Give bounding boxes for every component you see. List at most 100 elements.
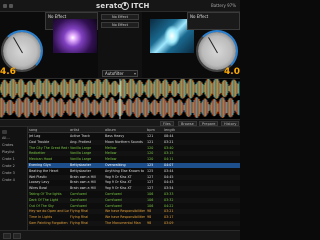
sidebar-item-crate-4[interactable]: Crate 4 <box>2 178 15 182</box>
table-row[interactable]: Hey we do Open and Lost Flying Rhai We hav… <box>28 209 240 215</box>
add-icon[interactable] <box>3 233 11 239</box>
cell-bpm: 121 <box>147 134 154 138</box>
mixer-effect-button-2[interactable]: No Effect <box>101 22 139 28</box>
cell-length: 04:22 <box>164 203 174 208</box>
cell-length: 03:21 <box>164 139 174 144</box>
settings-icon[interactable] <box>9 4 13 8</box>
table-row[interactable]: Wet Plastic Brain own a Hill Yog 9 Or Kiss… <box>28 174 240 180</box>
cell-bpm: 127 <box>147 174 154 179</box>
table-row[interactable]: Evening Glyn Bettysbacter Overwalking 125 04… <box>28 163 240 168</box>
table-row[interactable]: Beating the Heart Bettysbacter Anything El… <box>28 169 240 174</box>
cell-album: Mellow <box>105 145 117 150</box>
sidebar-item-playlist[interactable]: Playlist <box>2 150 14 154</box>
prepare-button[interactable]: Prepare <box>199 121 219 126</box>
cell-artist: Flying Rhai <box>70 215 89 220</box>
cell-song: Out Of The Sky <box>29 203 54 208</box>
cell-length: 03:15 <box>164 151 174 156</box>
cell-artist: Vanilla Large <box>70 145 92 150</box>
cell-song: Hey we do Open and Lost <box>29 209 69 214</box>
cell-artist: Active Track <box>70 134 90 138</box>
mixer-effect-button-1[interactable]: No Effect <box>101 14 139 20</box>
deck-left-pitch: 4.6 <box>0 67 16 77</box>
cell-length: 03:21 <box>164 209 174 214</box>
cell-length: 04:07 <box>164 163 174 167</box>
waveform-display[interactable] <box>0 78 240 120</box>
deck-left-platter[interactable] <box>1 30 43 72</box>
column-artist[interactable]: artist <box>70 128 104 132</box>
files-button[interactable]: Files <box>160 121 174 126</box>
cell-bpm: 98 <box>147 215 152 220</box>
sidebar-item-crate-2[interactable]: Crate 2 <box>2 164 15 168</box>
browse-button[interactable]: Browse <box>178 121 197 126</box>
table-row[interactable]: Taking Of The lights Comfuzed Comfuzed 106 0… <box>28 192 240 197</box>
cell-artist: Vanilla Large <box>70 157 92 162</box>
column-length[interactable]: length <box>164 128 184 132</box>
cell-song: Beating the Heart <box>29 168 59 173</box>
cell-bpm: 125 <box>147 163 154 167</box>
mixer-panel: No Effect No Effect Autofilter <box>98 12 142 88</box>
cell-bpm: 120 <box>147 145 154 150</box>
table-row[interactable]: Out Of The Sky Comfuzed Comfuzed 106 04:22 <box>28 204 240 209</box>
table-row[interactable]: Mexican Hood Vanilla Large Mellow 120 04:11 <box>28 157 240 162</box>
cell-artist: Comfuzed <box>70 197 87 202</box>
table-row[interactable]: Jet Lag Active Track Bass Heavy 121 08:44 <box>28 134 240 139</box>
table-row[interactable]: Cool Trouble Ang. Protiest Moon Northern S… <box>28 139 240 145</box>
sidebar-item-crate-3[interactable]: Crate 3 <box>2 171 15 175</box>
table-row[interactable]: Loosey Lavy Brain own a Hill Yog 9 Or Kiss… <box>28 180 240 185</box>
cell-length: 08:44 <box>164 134 174 138</box>
cell-artist: Brain own a Hill <box>70 186 96 191</box>
cell-artist: Comfuzed <box>70 192 87 196</box>
cell-bpm: 106 <box>147 192 154 196</box>
deck-left-artwork <box>53 19 97 53</box>
view-icon[interactable] <box>13 233 21 239</box>
table-row[interactable]: The City The Great Red GameVanilla Large… <box>28 146 240 151</box>
history-button[interactable]: History <box>221 121 240 126</box>
table-row[interactable]: Dark Of The Light Comfuzed Comfuzed 106 03:3… <box>28 197 240 203</box>
cell-artist: Flying Rhai <box>70 221 89 225</box>
sidebar-item-crates[interactable]: Crates <box>2 143 13 147</box>
cell-bpm: 98 <box>147 209 152 214</box>
top-bar: serato ITCH Battery 97% <box>0 0 240 12</box>
cell-artist: Bettysbacter <box>70 163 92 167</box>
cell-song: Evening Glyn <box>29 163 51 167</box>
sidebar-item-crate-1[interactable]: Crate 1 <box>2 157 15 161</box>
deck-right-platter[interactable] <box>196 30 238 72</box>
crate-sidebar: All... Crates Playlist Crate 1 Crate 2 C… <box>0 127 28 230</box>
cell-album: Anything Else Known to man <box>105 168 145 173</box>
sidebar-item-all[interactable]: All... <box>2 136 10 140</box>
cell-album: Moon Northern Sounds <box>105 139 143 144</box>
cell-song: Loosey Lavy <box>29 180 50 185</box>
cell-song: Wet Plastic <box>29 174 48 179</box>
cell-artist: Brain own a Hill <box>70 180 96 185</box>
menu-icon[interactable] <box>3 4 7 8</box>
cell-length: 03:44 <box>164 168 174 173</box>
column-song[interactable]: song <box>29 128 69 132</box>
cell-album: The Monumental Man <box>105 221 141 225</box>
all-icon <box>2 130 7 134</box>
table-row[interactable]: Time In Lights Flying Rhai We have Respons… <box>28 215 240 220</box>
cell-bpm: 121 <box>147 139 154 144</box>
cell-artist: Flying Rhai <box>70 209 89 214</box>
cell-album: Overwalking <box>105 163 126 167</box>
cell-song: The City The Great Red Game <box>29 145 69 150</box>
deck-right-effect[interactable]: No Effect <box>190 14 208 19</box>
cell-length: 04:43 <box>164 180 174 185</box>
cell-song: Dark Of The Light <box>29 197 59 202</box>
column-album[interactable]: album <box>105 128 145 132</box>
track-table: song artist album bpm length Jet Lag Acti… <box>28 127 240 230</box>
waveform-svg <box>0 79 240 119</box>
cell-artist: Brain own a Hill <box>70 174 96 179</box>
cell-album: We have Responsibilities <box>105 215 145 220</box>
table-row[interactable]: Sam Painting Forgotten Flying Rhai The Mon… <box>28 221 240 226</box>
cell-album: Yog 9 Or Kiss XT <box>105 180 132 185</box>
table-row[interactable]: Wires Bowl Brain own a Hill Yog 9 Or Kiss … <box>28 186 240 192</box>
cell-bpm: 120 <box>147 157 154 162</box>
app-logo-suffix: ITCH <box>131 2 150 10</box>
cell-length: 04:45 <box>164 174 174 179</box>
table-row[interactable]: Redbetter Vanilla Large Mellow 120 03:15 <box>28 151 240 157</box>
effect-select[interactable]: Autofilter <box>102 70 138 77</box>
cell-album: Comfuzed <box>105 192 122 196</box>
app-logo: serato <box>96 2 123 10</box>
column-bpm[interactable]: bpm <box>147 128 161 132</box>
cell-artist: Vanilla Large <box>70 151 92 156</box>
